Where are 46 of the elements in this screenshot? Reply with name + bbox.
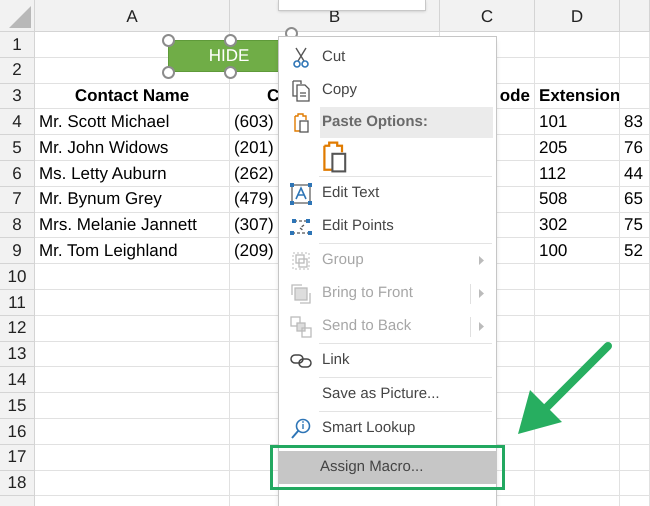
row-header[interactable]: 3 [0, 84, 35, 110]
table-cell: Extension [535, 84, 620, 110]
table-cell: Mr. Scott Michael [35, 109, 230, 136]
table-cell: 508 [535, 186, 620, 213]
table-cell: 75 [620, 212, 650, 238]
table-cell: 83 [620, 109, 650, 136]
table-cell: Mr. Bynum Grey [35, 186, 230, 213]
row-header[interactable]: 6 [0, 160, 35, 187]
row-header[interactable]: 2 [0, 58, 35, 84]
table-cell: 76 [620, 135, 650, 161]
menu-item[interactable]: Assign Macro... [278, 451, 497, 484]
column-header[interactable]: C [440, 0, 535, 32]
menu-item[interactable]: Save as Picture... [279, 378, 496, 411]
row-header[interactable]: 7 [0, 186, 35, 213]
row-header[interactable]: 4 [0, 109, 35, 136]
column-header[interactable]: D [535, 0, 620, 32]
table-cell: 101 [535, 109, 620, 136]
menu-section-label: Paste Options: [322, 112, 428, 132]
table-cell: Mr. John Widows [35, 135, 230, 161]
row-header[interactable]: 10 [0, 264, 35, 290]
table-cell: 205 [535, 135, 620, 161]
row-header[interactable]: 13 [0, 342, 35, 368]
table-cell: Mr. Tom Leighland [35, 238, 230, 264]
row-header[interactable]: 16 [0, 418, 35, 445]
row-header[interactable]: 11 [0, 290, 35, 316]
table-cell: 302 [535, 212, 620, 238]
row-header[interactable]: 8 [0, 212, 35, 238]
menu-item[interactable]: Link [279, 344, 496, 377]
menu-item[interactable]: Smart Lookup [279, 412, 496, 445]
column-header[interactable]: A [35, 0, 230, 32]
row-header[interactable]: 1 [0, 32, 35, 58]
row-header[interactable]: 12 [0, 316, 35, 342]
table-cell: Mrs. Melanie Jannett [35, 212, 230, 238]
row-header[interactable]: 14 [0, 367, 35, 394]
table-cell: Ms. Letty Auburn [35, 160, 230, 187]
row-header[interactable]: 15 [0, 393, 35, 419]
row-header[interactable]: 5 [0, 135, 35, 161]
table-cell: 100 [535, 238, 620, 264]
row-header[interactable]: 9 [0, 238, 35, 264]
row-header[interactable]: 17 [0, 444, 35, 471]
table-cell: 52 [620, 238, 650, 264]
row-header[interactable]: 18 [0, 470, 35, 496]
table-cell: Contact Name [35, 84, 230, 110]
table-cell: 112 [535, 160, 620, 187]
table-cell: 65 [620, 186, 650, 213]
table-cell: 44 [620, 160, 650, 187]
